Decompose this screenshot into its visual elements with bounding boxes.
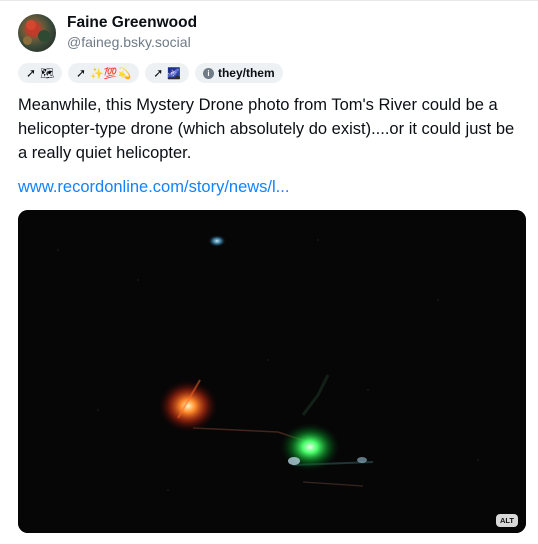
badge-galaxy[interactable]: ➚ 🌌 bbox=[145, 63, 189, 83]
post-text: Meanwhile, this Mystery Drone photo from… bbox=[18, 96, 515, 162]
divider bbox=[0, 0, 538, 1]
avatar[interactable] bbox=[18, 14, 56, 52]
pronoun-label: they/them bbox=[217, 66, 275, 80]
pronoun-badge[interactable]: i they/them bbox=[194, 63, 283, 83]
display-name[interactable]: Faine Greenwood bbox=[67, 14, 197, 32]
post[interactable]: Faine Greenwood @faineg.bsky.social ➚ 🗺 … bbox=[0, 0, 538, 544]
swirl-icon: ➚ bbox=[26, 66, 37, 80]
badge-map[interactable]: ➚ 🗺 bbox=[18, 63, 63, 83]
post-link[interactable]: www.recordonline.com/story/news/l... bbox=[18, 178, 289, 197]
swirl-icon: ➚ bbox=[153, 66, 164, 80]
post-image[interactable]: ALT bbox=[18, 210, 526, 533]
alt-badge[interactable]: ALT bbox=[495, 514, 518, 527]
badge-emoji: 🗺 bbox=[40, 67, 55, 80]
swirl-icon: ➚ bbox=[76, 66, 87, 80]
badge-emoji: 🌌 bbox=[167, 67, 181, 80]
handle[interactable]: @faineg.bsky.social bbox=[67, 34, 191, 50]
badge-sparkles[interactable]: ➚ ✨💯💫 bbox=[68, 63, 140, 83]
night-sky-drone-photo bbox=[18, 210, 526, 533]
badge-emoji: ✨💯💫 bbox=[90, 67, 132, 80]
badge-row: ➚ 🗺 ➚ ✨💯💫 ➚ 🌌 i they/them bbox=[18, 63, 283, 83]
info-icon: i bbox=[202, 67, 214, 79]
